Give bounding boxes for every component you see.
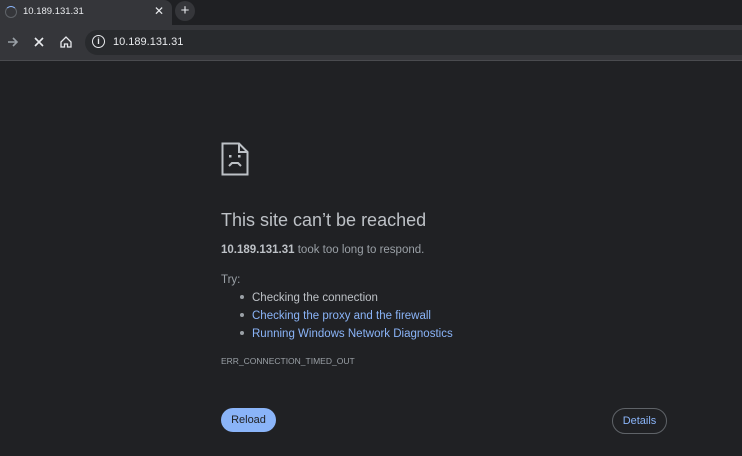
new-tab-button[interactable]: + <box>175 1 195 21</box>
address-bar[interactable] <box>85 30 742 55</box>
suggestion-link-proxy-firewall[interactable]: Checking the proxy and the firewall <box>252 310 431 322</box>
loading-spinner-icon <box>5 6 17 18</box>
error-host: 10.189.131.31 <box>221 244 295 256</box>
home-icon <box>60 36 72 48</box>
suggestion-item: Checking the connection <box>240 292 378 304</box>
error-heading: This site can’t be reached <box>221 210 427 230</box>
forward-arrow-icon <box>8 37 19 47</box>
page-content <box>0 61 742 456</box>
bullet-icon <box>240 294 244 299</box>
error-message-suffix: took too long to respond. <box>294 244 425 256</box>
stop-icon <box>34 37 44 47</box>
forward-button[interactable] <box>4 33 22 51</box>
details-button[interactable]: Details <box>612 408 667 434</box>
stop-button[interactable] <box>30 33 48 51</box>
try-label: Try: <box>221 274 241 286</box>
error-code: ERR_CONNECTION_TIMED_OUT <box>221 356 355 366</box>
reload-button[interactable]: Reload <box>221 408 276 432</box>
info-icon[interactable]: i <box>92 35 105 48</box>
bullet-icon <box>240 330 244 335</box>
url-text[interactable]: 10.189.131.31 <box>113 36 183 48</box>
bullet-icon <box>240 312 244 317</box>
error-message: 10.189.131.31 took too long to respond. <box>221 244 424 256</box>
suggestion-item[interactable]: Checking the proxy and the firewall <box>240 310 431 322</box>
suggestion-item[interactable]: Running Windows Network Diagnostics <box>240 328 453 340</box>
suggestion-text: Checking the connection <box>252 292 378 304</box>
tab-close-icon[interactable]: ✕ <box>152 3 166 19</box>
sad-page-icon <box>221 142 249 176</box>
home-button[interactable] <box>57 33 75 51</box>
tab-strip: 10.189.131.31 ✕ + <box>0 0 742 25</box>
suggestion-link-network-diagnostics[interactable]: Running Windows Network Diagnostics <box>252 328 453 340</box>
tab-active[interactable]: 10.189.131.31 ✕ <box>0 0 172 25</box>
tab-title: 10.189.131.31 <box>23 6 84 17</box>
